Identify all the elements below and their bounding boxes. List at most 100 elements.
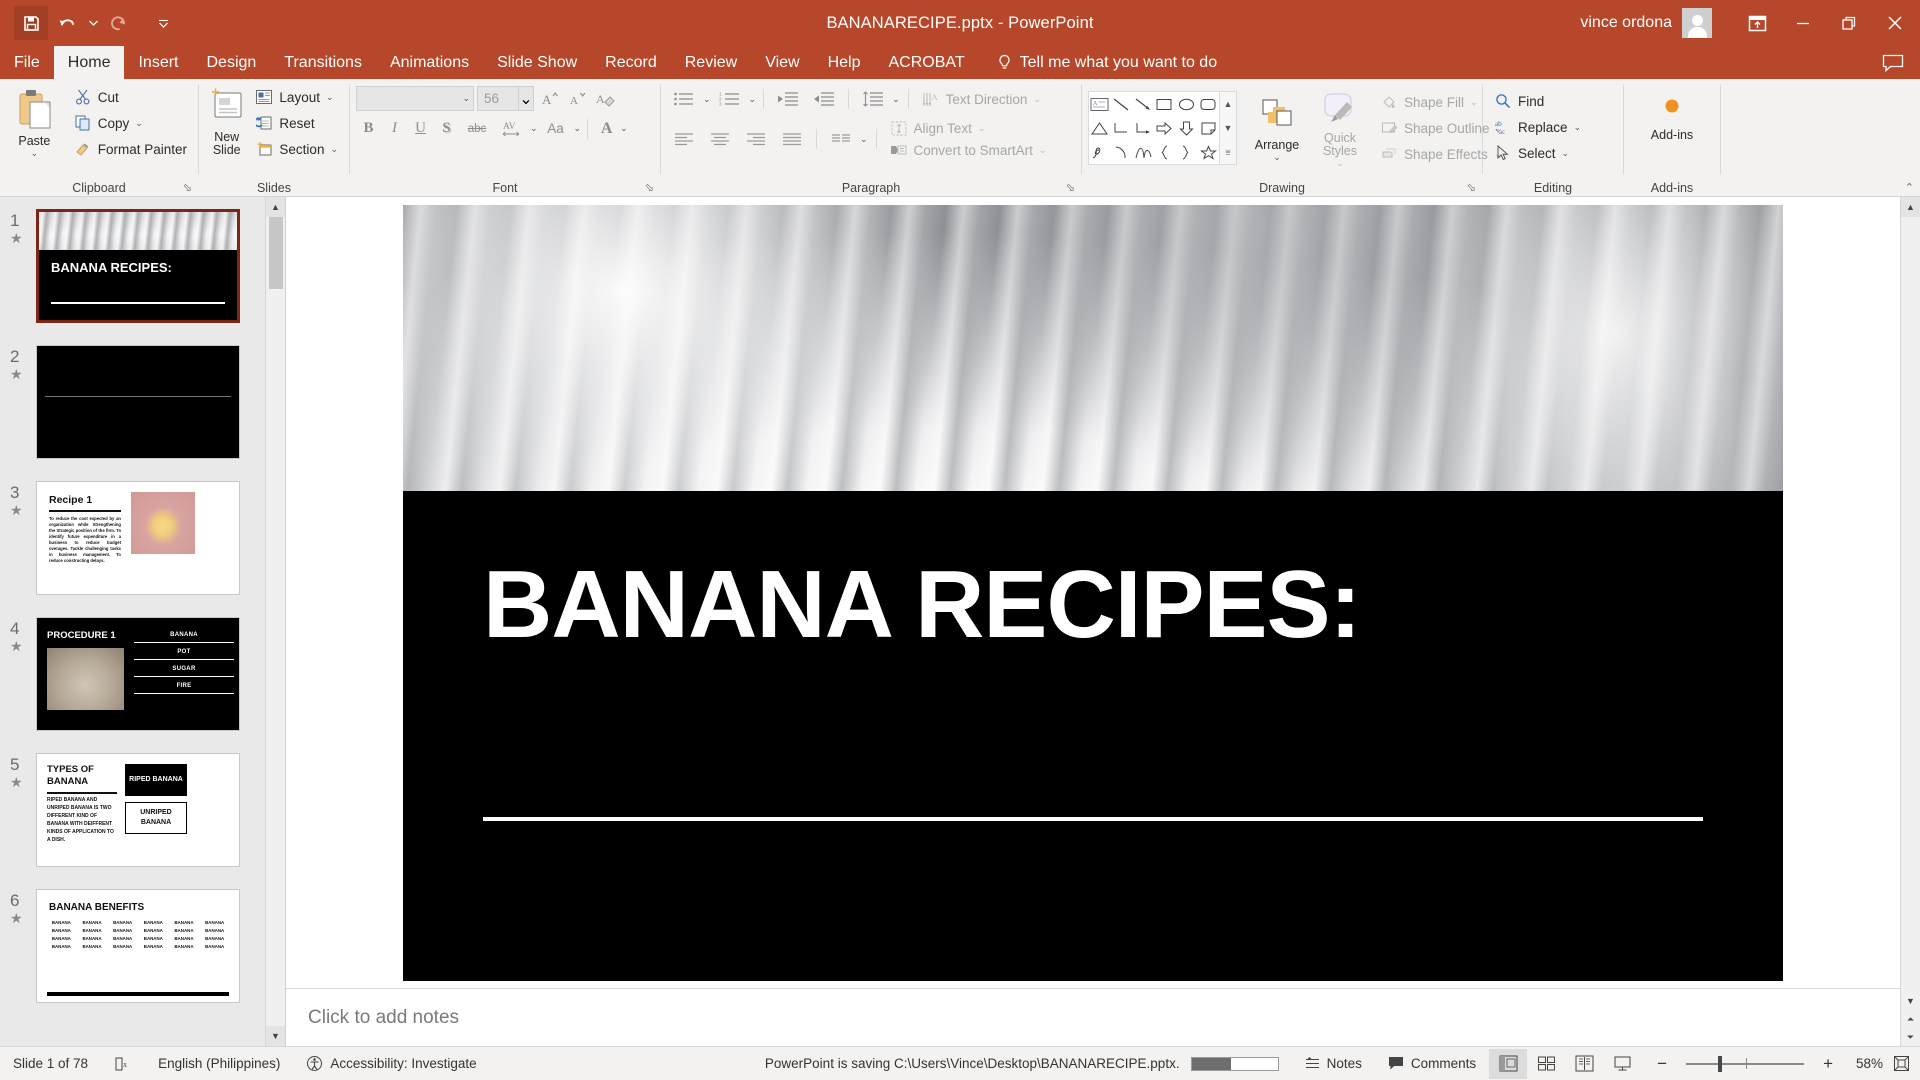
animation-star-icon[interactable]: ★ bbox=[10, 366, 36, 382]
decrease-font-size-button[interactable]: A bbox=[565, 86, 590, 111]
bold-button[interactable]: B bbox=[356, 116, 381, 141]
text-direction-chevron-down-icon[interactable]: ⌄ bbox=[1033, 94, 1041, 105]
comments-button[interactable]: Comments bbox=[1375, 1056, 1489, 1071]
undo-dropdown-icon[interactable] bbox=[86, 6, 100, 40]
change-case-chevron-down-icon[interactable]: ⌄ bbox=[574, 123, 582, 134]
previous-slide-icon[interactable]: ⏶ bbox=[1901, 1010, 1920, 1028]
character-spacing-chevron-down-icon[interactable]: ⌄ bbox=[530, 123, 538, 134]
select-button[interactable]: Select ⌄ bbox=[1489, 140, 1586, 166]
restore-button[interactable] bbox=[1826, 0, 1872, 46]
shape-elbow-arrow-connector-icon[interactable] bbox=[1134, 121, 1153, 136]
thumbnail-slide-6[interactable]: 6 ★ BANANA BENEFITS BANANA BANANA BANANA… bbox=[0, 889, 285, 1003]
text-direction-button[interactable]: A Text Direction ⌄ bbox=[917, 86, 1046, 112]
thumbnail-slide-2[interactable]: 2 ★ bbox=[0, 345, 285, 459]
font-color-button[interactable]: A bbox=[594, 116, 619, 141]
layout-button[interactable]: Layout ⌄ bbox=[250, 84, 343, 110]
undo-icon[interactable] bbox=[50, 6, 84, 40]
tab-home[interactable]: Home bbox=[53, 46, 125, 79]
tell-me-search[interactable]: Tell me what you want to do bbox=[979, 46, 1217, 79]
smartart-chevron-down-icon[interactable]: ⌄ bbox=[1039, 145, 1047, 156]
section-button[interactable]: Section ⌄ bbox=[250, 136, 343, 162]
shapes-gallery-scrollbar[interactable]: ▲ ▼ ⩸ bbox=[1220, 91, 1237, 165]
zoom-slider[interactable] bbox=[1686, 1055, 1805, 1072]
slide-title-text[interactable]: BANANA RECIPES: bbox=[483, 556, 1361, 653]
thumbnail-slide-3[interactable]: 3 ★ Recipe 1 To reduce the cost expected… bbox=[0, 481, 285, 595]
comments-titlebar-button[interactable] bbox=[1882, 46, 1920, 79]
minimize-button[interactable] bbox=[1780, 0, 1826, 46]
slide-counter[interactable]: Slide 1 of 78 bbox=[0, 1056, 101, 1071]
tab-insert[interactable]: Insert bbox=[124, 46, 192, 79]
clear-formatting-button[interactable]: A bbox=[593, 86, 618, 111]
convert-to-smartart-button[interactable]: Convert to SmartArt ⌄ bbox=[885, 139, 1052, 161]
thumbnail-preview[interactable]: BANANA BENEFITS BANANA BANANA BANANA BAN… bbox=[36, 889, 240, 1003]
thumbnail-slide-4[interactable]: 4 ★ PROCEDURE 1 BANANA POT SUGAR FIRE bbox=[0, 617, 285, 731]
font-color-chevron-down-icon[interactable]: ⌄ bbox=[620, 123, 628, 134]
save-icon[interactable] bbox=[14, 6, 48, 40]
tab-transitions[interactable]: Transitions bbox=[270, 46, 376, 79]
shape-right-arrow-icon[interactable] bbox=[1155, 121, 1174, 136]
shape-text-box-icon[interactable]: A bbox=[1090, 97, 1109, 112]
thumbnail-preview[interactable] bbox=[36, 345, 240, 459]
tab-review[interactable]: Review bbox=[671, 46, 751, 79]
shapes-gallery[interactable]: A bbox=[1088, 91, 1220, 165]
bullets-chevron-down-icon[interactable]: ⌄ bbox=[703, 94, 711, 105]
align-text-button[interactable]: Align Text ⌄ bbox=[885, 117, 1052, 139]
slide-divider-line[interactable] bbox=[483, 816, 1703, 821]
arrange-button[interactable]: Arrange ⌄ bbox=[1245, 94, 1309, 163]
bullets-button[interactable] bbox=[667, 87, 701, 112]
shapes-more-icon[interactable]: ⩸ bbox=[1220, 140, 1236, 164]
shape-rectangle-icon[interactable] bbox=[1155, 97, 1174, 112]
justify-button[interactable] bbox=[775, 127, 809, 152]
notes-button[interactable]: Notes bbox=[1292, 1056, 1375, 1071]
close-button[interactable] bbox=[1872, 0, 1918, 46]
fit-to-window-button[interactable] bbox=[1887, 1055, 1920, 1072]
shape-line-icon[interactable] bbox=[1112, 97, 1131, 112]
arrange-chevron-down-icon[interactable]: ⌄ bbox=[1273, 152, 1281, 163]
view-normal-button[interactable] bbox=[1489, 1048, 1528, 1079]
thumbnail-scroll-down-icon[interactable]: ▼ bbox=[266, 1026, 285, 1046]
ribbon-display-options-icon[interactable] bbox=[1734, 0, 1780, 46]
animation-star-icon[interactable]: ★ bbox=[10, 230, 36, 246]
slide-thumbnail-pane[interactable]: 1 ★ BANANA RECIPES: 2 ★ 3 ★ Recipe 1 To … bbox=[0, 197, 286, 1046]
underline-button[interactable]: U bbox=[408, 116, 433, 141]
format-painter-button[interactable]: Format Painter bbox=[69, 136, 192, 162]
clipboard-dialog-launcher[interactable]: ⬂ bbox=[183, 181, 192, 194]
animation-star-icon[interactable]: ★ bbox=[10, 910, 36, 926]
shape-triangle-icon[interactable] bbox=[1090, 121, 1109, 136]
account-name[interactable]: vince ordona bbox=[1580, 14, 1672, 32]
customize-quick-access-icon[interactable] bbox=[154, 6, 172, 40]
slide-canvas[interactable]: BANANA RECIPES: bbox=[286, 197, 1900, 988]
zoom-in-button[interactable]: + bbox=[1820, 1054, 1836, 1074]
drawing-dialog-launcher[interactable]: ⬂ bbox=[1467, 181, 1476, 194]
align-text-chevron-down-icon[interactable]: ⌄ bbox=[978, 123, 986, 134]
collapse-ribbon-icon[interactable]: ⌃ bbox=[1905, 181, 1914, 194]
tab-view[interactable]: View bbox=[751, 46, 813, 79]
tab-animations[interactable]: Animations bbox=[376, 46, 483, 79]
find-button[interactable]: Find bbox=[1489, 88, 1586, 114]
replace-button[interactable]: ab ac Replace ⌄ bbox=[1489, 114, 1586, 140]
font-dialog-launcher[interactable]: ⬂ bbox=[645, 181, 654, 194]
accessibility-checker[interactable]: Accessibility: Investigate bbox=[293, 1055, 489, 1072]
thumbnail-preview[interactable]: TYPES OF BANANA RIPED BANANA AND UNRIPED… bbox=[36, 753, 240, 867]
shape-left-brace-icon[interactable] bbox=[1155, 145, 1174, 160]
zoom-slider-handle[interactable] bbox=[1718, 1055, 1723, 1072]
shape-line-arrow-icon[interactable] bbox=[1134, 97, 1153, 112]
numbering-chevron-down-icon[interactable]: ⌄ bbox=[749, 94, 757, 105]
zoom-level[interactable]: 58% bbox=[1843, 1056, 1883, 1071]
paragraph-dialog-launcher[interactable]: ⬂ bbox=[1066, 181, 1075, 194]
scroll-up-icon[interactable]: ▲ bbox=[1901, 197, 1920, 217]
thumbnail-slide-1[interactable]: 1 ★ BANANA RECIPES: bbox=[0, 209, 285, 323]
current-slide[interactable]: BANANA RECIPES: bbox=[403, 204, 1783, 981]
shape-right-brace-icon[interactable] bbox=[1177, 145, 1196, 160]
view-reading-button[interactable] bbox=[1565, 1049, 1603, 1079]
thumbnail-preview[interactable]: PROCEDURE 1 BANANA POT SUGAR FIRE bbox=[36, 617, 240, 731]
thumbnail-scrollbar-handle[interactable] bbox=[269, 217, 283, 289]
shape-star-icon[interactable] bbox=[1199, 144, 1218, 160]
next-slide-icon[interactable]: ⏷ bbox=[1901, 1028, 1920, 1046]
paste-button[interactable]: Paste ⌄ bbox=[6, 84, 63, 159]
line-spacing-button[interactable] bbox=[856, 87, 890, 112]
shapes-scroll-up-icon[interactable]: ▲ bbox=[1220, 92, 1236, 116]
layout-chevron-down-icon[interactable]: ⌄ bbox=[326, 92, 334, 103]
thumbnail-preview[interactable]: BANANA RECIPES: bbox=[36, 209, 240, 323]
redo-icon[interactable] bbox=[102, 6, 136, 40]
